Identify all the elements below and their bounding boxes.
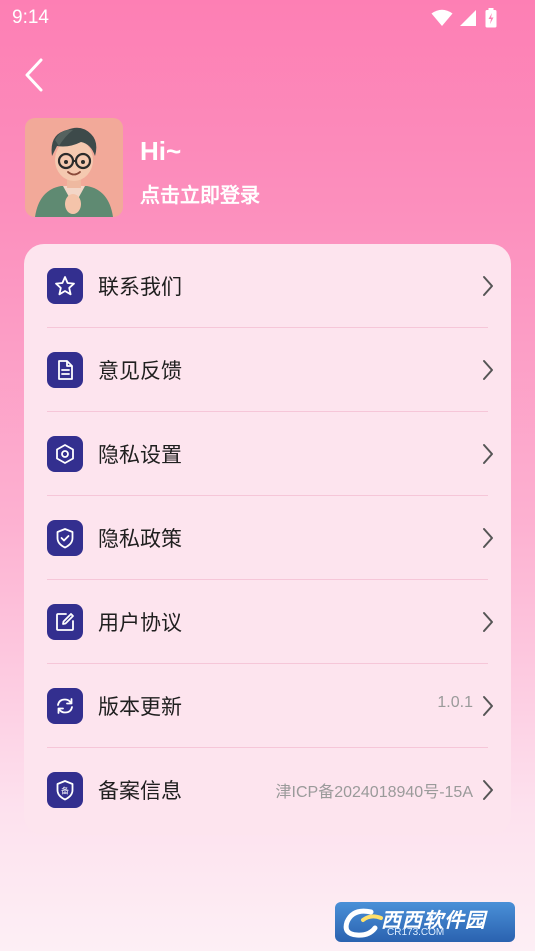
chevron-right-icon	[483, 360, 493, 380]
version-value: 1.0.1	[437, 694, 473, 711]
chevron-right-icon	[483, 612, 493, 632]
chevron-right-icon	[483, 696, 493, 716]
menu-item-contact-us[interactable]: 联系我们	[24, 244, 511, 328]
svg-text:备: 备	[61, 786, 69, 796]
menu-item-label: 备案信息	[98, 779, 182, 803]
watermark-subtext: CR173.COM	[387, 927, 445, 938]
chevron-right-icon	[483, 276, 493, 296]
hexagon-settings-icon	[47, 436, 83, 472]
menu-item-privacy-settings[interactable]: 隐私设置	[24, 412, 511, 496]
back-button[interactable]	[14, 54, 54, 96]
icp-record-value: 津ICP备2024018940号-15A	[275, 784, 473, 801]
document-icon	[47, 352, 83, 388]
chevron-right-icon	[483, 528, 493, 548]
status-bar: 9:14	[0, 0, 535, 36]
menu-item-label: 隐私政策	[98, 527, 182, 551]
chevron-right-icon	[483, 444, 493, 464]
chevron-right-icon	[483, 780, 493, 800]
menu-item-label: 隐私设置	[98, 443, 182, 467]
star-icon	[47, 268, 83, 304]
menu-item-label: 意见反馈	[98, 359, 182, 383]
login-link[interactable]: 点击立即登录	[140, 179, 260, 208]
avatar[interactable]	[25, 118, 123, 217]
menu-item-label: 版本更新	[98, 695, 182, 719]
shield-check-icon	[47, 520, 83, 556]
menu-item-record-info[interactable]: 备 备案信息 津ICP备2024018940号-15A	[24, 748, 511, 832]
menu-item-user-agreement[interactable]: 用户协议	[24, 580, 511, 664]
greeting-title: Hi~	[140, 136, 182, 166]
watermark-emblem-icon	[343, 908, 383, 938]
edit-icon	[47, 604, 83, 640]
menu-card: 联系我们 意见反馈 隐私设置 隐私政策 用户协议 版本更新 1.0.1 备 备案…	[24, 244, 511, 835]
battery-charging-icon	[485, 8, 497, 28]
status-time: 9:14	[12, 7, 49, 28]
wifi-icon	[431, 9, 453, 27]
menu-item-label: 联系我们	[98, 275, 182, 299]
menu-item-label: 用户协议	[98, 611, 182, 635]
chevron-left-icon	[25, 58, 43, 92]
shield-record-icon: 备	[47, 772, 83, 808]
watermark-logo: 西西软件园 CR173.COM	[335, 902, 515, 942]
status-icons	[431, 8, 497, 28]
menu-item-version-update[interactable]: 版本更新 1.0.1	[24, 664, 511, 748]
cellular-signal-icon	[459, 9, 477, 27]
refresh-icon	[47, 688, 83, 724]
menu-item-feedback[interactable]: 意见反馈	[24, 328, 511, 412]
menu-item-privacy-policy[interactable]: 隐私政策	[24, 496, 511, 580]
